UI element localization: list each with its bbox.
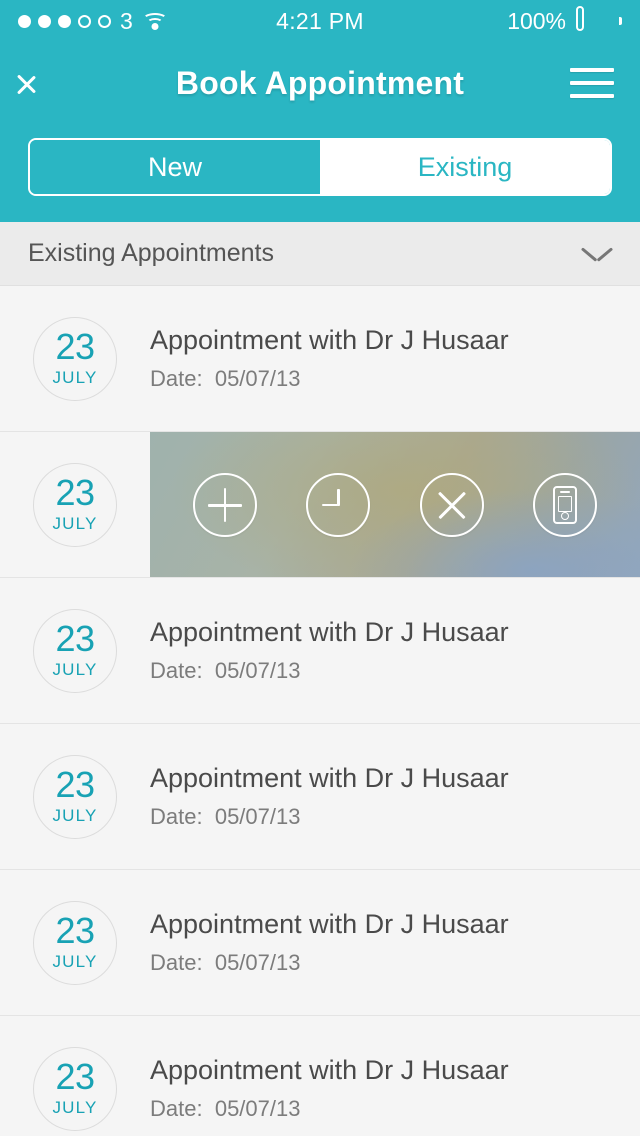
date-badge: 23 JULY (0, 608, 150, 693)
list-item[interactable]: 23 JULY Appointment with Dr J Husaar Dat… (0, 1016, 640, 1136)
list-item-body: Appointment with Dr J Husaar Date: 05/07… (150, 617, 640, 684)
navigation-bar: Book Appointment (0, 42, 640, 124)
plus-icon[interactable] (192, 472, 257, 537)
page-title: Book Appointment (175, 64, 465, 101)
mobile-phone-icon[interactable] (533, 472, 598, 537)
status-bar-left: 3 (18, 8, 276, 35)
date-badge-month: JULY (52, 806, 98, 825)
list-item-body: Appointment with Dr J Husaar Date: 05/07… (150, 763, 640, 830)
carrier-label: 3 (120, 7, 134, 34)
date-badge-month: JULY (52, 514, 98, 533)
date-value: 05/07/13 (214, 804, 301, 829)
date-badge-month: JULY (52, 368, 98, 387)
app-screen: 3 4:21 PM 100% Book Appointment New Exis… (0, 0, 640, 1136)
date-value: 05/07/13 (214, 950, 301, 975)
date-value: 05/07/13 (214, 366, 301, 391)
appointment-title: Appointment with Dr J Husaar (150, 763, 509, 793)
date-prefix-label: Date: (150, 804, 203, 829)
date-badge-day: 23 (55, 472, 95, 513)
battery-percent-label: 100% (507, 7, 567, 34)
hamburger-menu-icon[interactable] (570, 68, 614, 98)
date-prefix-label: Date: (150, 1096, 203, 1121)
list-item[interactable]: 23 JULY Appointment with Dr J Husaar Dat… (0, 724, 640, 870)
date-prefix-label: Date: (150, 366, 203, 391)
date-badge-day: 23 (55, 910, 95, 951)
date-badge-month: JULY (52, 952, 98, 971)
status-bar: 3 4:21 PM 100% (0, 0, 640, 42)
section-header-label: Existing Appointments (28, 239, 274, 267)
appointment-title: Appointment with Dr J Husaar (150, 1055, 509, 1085)
list-item[interactable]: 23 JULY Appointment with Dr J Husaar Dat… (0, 286, 640, 432)
chevron-down-icon[interactable] (582, 245, 612, 263)
tab-existing[interactable]: Existing (320, 140, 610, 194)
date-prefix-label: Date: (150, 658, 203, 683)
segmented-control: New Existing (28, 138, 612, 196)
clock-icon[interactable] (306, 472, 371, 537)
date-badge: 23 JULY (0, 900, 150, 985)
date-badge: 23 JULY (0, 316, 150, 401)
list-item-body: Appointment with Dr J Husaar Date: 05/07… (150, 325, 640, 392)
list-item[interactable]: 23 JULY Appointment with Dr J Husaar Dat… (0, 870, 640, 1016)
date-value: 05/07/13 (214, 658, 301, 683)
close-icon[interactable] (419, 472, 484, 537)
list-item[interactable]: 23 JULY Appointment with Dr J Husaar Dat… (0, 578, 640, 724)
list-item-body: Appointment with Dr J Husaar Date: 05/07… (150, 1055, 640, 1122)
date-badge-month: JULY (52, 660, 98, 679)
action-buttons (150, 472, 640, 537)
action-panel (150, 432, 640, 577)
date-badge-day: 23 (55, 618, 95, 659)
appointment-date: Date: 05/07/13 (150, 950, 620, 976)
battery-full-icon (576, 6, 623, 32)
appointment-title: Appointment with Dr J Husaar (150, 325, 509, 355)
date-prefix-label: Date: (150, 950, 203, 975)
date-badge: 23 JULY (0, 462, 150, 547)
list-item-expanded[interactable]: 23 JULY (0, 432, 640, 578)
date-badge-day: 23 (55, 1056, 95, 1097)
status-bar-clock: 4:21 PM (276, 7, 364, 34)
tab-bar: New Existing (0, 124, 640, 222)
signal-strength-icon (18, 14, 111, 28)
date-badge: 23 JULY (0, 1046, 150, 1131)
appointment-title: Appointment with Dr J Husaar (150, 617, 509, 647)
date-badge: 23 JULY (0, 754, 150, 839)
appointment-date: Date: 05/07/13 (150, 1096, 620, 1122)
section-header-existing-appointments[interactable]: Existing Appointments (0, 222, 640, 286)
status-bar-right: 100% (364, 6, 623, 35)
date-badge-month: JULY (52, 1098, 98, 1117)
appointment-title: Appointment with Dr J Husaar (150, 909, 509, 939)
date-value: 05/07/13 (214, 1096, 301, 1121)
back-chevron-icon[interactable] (26, 61, 60, 105)
appointment-list: 23 JULY Appointment with Dr J Husaar Dat… (0, 286, 640, 1136)
appointment-date: Date: 05/07/13 (150, 366, 620, 392)
wifi-icon (142, 12, 168, 31)
list-item-body: Appointment with Dr J Husaar Date: 05/07… (150, 909, 640, 976)
date-badge-day: 23 (55, 326, 95, 367)
date-badge-day: 23 (55, 764, 95, 805)
appointment-date: Date: 05/07/13 (150, 804, 620, 830)
tab-new[interactable]: New (30, 140, 320, 194)
appointment-date: Date: 05/07/13 (150, 658, 620, 684)
